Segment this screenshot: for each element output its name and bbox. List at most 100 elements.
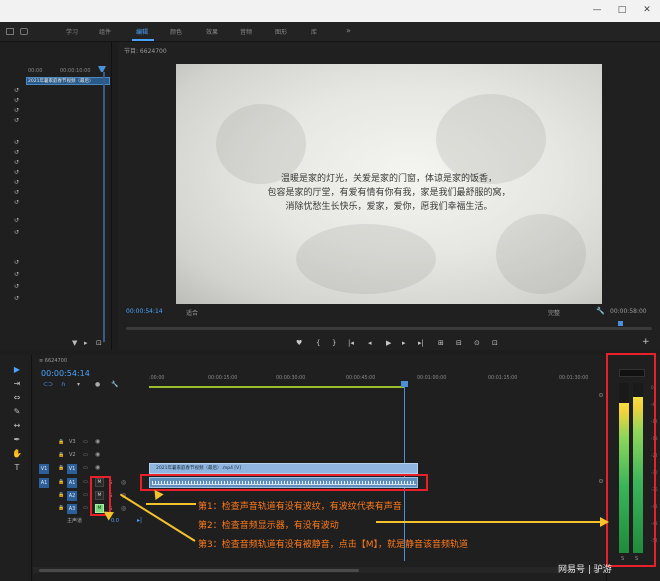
fit-dropdown[interactable]: 适合 [186,308,198,317]
eye-icon[interactable]: ◉ [95,464,100,471]
maximize-button[interactable]: □ [613,3,631,17]
lock-icon[interactable]: 🔒 [58,505,64,511]
track-select-tool-icon[interactable]: ⇥ [11,379,23,389]
reset-icon[interactable]: ↺ [14,296,22,302]
import-icon[interactable] [20,28,28,35]
tab-learning[interactable]: 学习 [66,27,78,36]
filter-icon[interactable]: ▼ [72,339,77,347]
ruler-tick-label: 00:00:45:00 [346,376,376,381]
tab-audio[interactable]: 音频 [240,27,252,36]
eye-icon[interactable]: ◉ [95,451,100,458]
go-to-end-icon[interactable]: ▸| [137,517,142,524]
reset-icon[interactable]: ↺ [14,98,22,104]
track-label: 主声道 [67,518,83,524]
track-target-v1[interactable]: V1 [67,464,77,474]
reset-icon[interactable]: ↺ [14,190,22,196]
type-tool-icon[interactable]: T [11,463,23,473]
source-patch-a1[interactable]: A1 [39,478,49,488]
linked-selection-icon[interactable]: ∩ [61,381,65,388]
scrubber-playhead[interactable] [618,321,623,326]
minimize-button[interactable]: — [588,3,606,17]
go-to-out-icon[interactable]: ▸| [418,339,424,347]
button-editor-icon[interactable]: + [642,337,650,347]
reset-icon[interactable]: ↺ [14,218,22,224]
home-icon[interactable] [6,28,14,35]
sync-lock-icon[interactable]: ▭ [83,439,88,445]
tab-editing[interactable]: 编辑 [136,27,148,36]
play-icon[interactable]: ▶ [386,339,391,347]
pen-tool-icon[interactable]: ✒ [11,435,23,445]
step-forward-icon[interactable]: ▸ [402,339,406,347]
export-frame-icon[interactable]: ⊙ [474,339,480,347]
work-area-bar[interactable] [149,386,405,388]
settings-wrench-icon[interactable]: 🔧 [596,307,605,315]
reset-icon[interactable]: ↺ [14,180,22,186]
reset-icon[interactable]: ↺ [14,160,22,166]
sequence-tab[interactable]: ≡ 6624700 [39,358,67,364]
sync-lock-icon[interactable]: ▭ [83,492,88,498]
sync-lock-icon[interactable]: ▭ [83,452,88,458]
mark-out-icon[interactable]: } [332,339,336,347]
track-target-a2[interactable]: A2 [67,491,77,501]
extract-icon[interactable]: ⊟ [456,339,462,347]
ripple-edit-tool-icon[interactable]: ⇔ [11,393,23,403]
track-target-a3[interactable]: A3 [67,504,77,514]
export-frame-icon[interactable]: ⊡ [96,339,102,347]
sync-lock-icon[interactable]: ▭ [83,479,88,485]
razor-tool-icon[interactable]: ✎ [11,407,23,417]
timeline-scroll-thumb[interactable] [39,569,359,572]
reset-icon[interactable]: ↺ [14,230,22,236]
wrench-icon[interactable]: 🔧 [111,381,118,388]
reset-icon[interactable]: ↺ [14,150,22,156]
tab-graphics[interactable]: 图形 [275,27,287,36]
reset-icon[interactable]: ↺ [14,118,22,124]
sync-lock-icon[interactable]: ▭ [83,505,88,511]
reset-icon[interactable]: ↺ [14,170,22,176]
close-button[interactable]: ✕ [638,3,656,17]
comparison-view-icon[interactable]: ⊡ [492,339,498,347]
lock-icon[interactable]: 🔒 [58,452,64,458]
video-clip[interactable]: 2021年暑家庭春节视频（最后）.mp4 [V] [149,463,418,474]
master-volume-value[interactable]: 0.0 [111,516,119,527]
eye-icon[interactable]: ◉ [95,438,100,445]
voiceover-mic-icon[interactable]: ◎ [121,505,126,512]
source-patch-v1[interactable]: V1 [39,464,49,474]
selection-tool-icon[interactable]: ▶ [11,365,23,375]
step-back-icon[interactable]: ◂ [368,339,372,347]
reset-icon[interactable]: ↺ [14,200,22,206]
add-marker-icon[interactable]: ♥ [296,339,302,347]
voiceover-mic-icon[interactable]: ◎ [121,479,126,486]
tab-assembly[interactable]: 组件 [99,27,111,36]
lock-icon[interactable]: 🔒 [58,479,64,485]
hand-tool-icon[interactable]: ✋ [11,449,23,459]
track-target-a1[interactable]: A1 [67,478,77,488]
lock-icon[interactable]: 🔒 [58,439,64,445]
reset-icon[interactable]: ↺ [14,284,22,290]
tab-color[interactable]: 颜色 [170,27,182,36]
mark-in-icon[interactable]: { [316,339,320,347]
lock-icon[interactable]: 🔒 [58,465,64,471]
lift-icon[interactable]: ⊞ [438,339,444,347]
source-clip[interactable]: 2021年暑家庭春节视频（最后） [26,77,110,85]
slip-tool-icon[interactable]: ↔ [11,421,23,431]
reset-icon[interactable]: ↺ [14,140,22,146]
reset-icon[interactable]: ↺ [14,260,22,266]
scroll-handle-icon[interactable] [599,393,603,397]
reset-icon[interactable]: ↺ [14,272,22,278]
tab-libraries[interactable]: 库 [311,27,317,36]
current-timecode[interactable]: 00:00:54:14 [126,308,163,315]
snap-icon[interactable]: ⊂⊃ [43,381,53,388]
timeline-timecode[interactable]: 00:00:54:14 [41,369,90,378]
monitor-scrubber[interactable] [126,327,652,330]
more-tabs-button[interactable]: » [346,26,351,35]
reset-icon[interactable]: ↺ [14,88,22,94]
quality-dropdown[interactable]: 完整 [548,308,560,317]
go-to-in-icon[interactable]: |◂ [348,339,354,347]
timeline-settings-icon[interactable]: ● [95,381,100,388]
tab-effects[interactable]: 效果 [206,27,218,36]
sync-lock-icon[interactable]: ▭ [83,465,88,471]
lock-icon[interactable]: 🔒 [58,492,64,498]
play-audio-icon[interactable]: ▸ [84,339,88,347]
reset-icon[interactable]: ↺ [14,108,22,114]
add-marker-icon[interactable]: ▾ [77,381,80,388]
